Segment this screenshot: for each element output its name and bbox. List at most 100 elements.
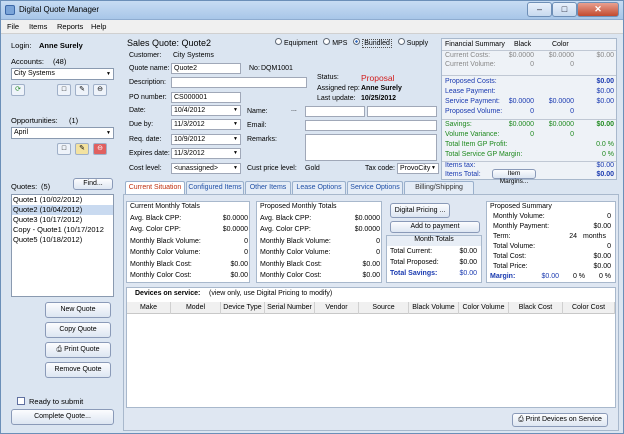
col-color-cost[interactable]: Color Cost	[563, 302, 615, 314]
quote-item[interactable]: Quote3 (10/17/2012)	[12, 215, 113, 225]
edit-account-icon[interactable]: ✎	[75, 84, 89, 96]
radio-mps[interactable]	[323, 38, 331, 45]
col-source[interactable]: Source	[359, 302, 409, 314]
tab-service-options[interactable]: Service Options	[347, 181, 403, 194]
current-row-value: $0.0000	[222, 226, 248, 233]
term-unit: months	[583, 233, 606, 240]
delete-account-icon[interactable]: ⊖	[93, 84, 107, 96]
radio-bundled-label: Bundled	[362, 39, 392, 48]
name-lookup-button[interactable]: ...	[291, 106, 297, 113]
quote-item[interactable]: Copy - Quote1 (10/17/2012	[12, 225, 113, 235]
name-label: Name:	[247, 108, 268, 115]
refresh-icon[interactable]: ⟳	[11, 84, 25, 96]
copy-quote-button[interactable]: Copy Quote	[45, 322, 111, 338]
proposed-row-label: Avg. Color CPP:	[260, 226, 311, 233]
proposed-row: Avg. Black CPP: $0.0000	[260, 214, 380, 224]
remove-quote-button[interactable]: Remove Quote	[45, 362, 111, 378]
proposed-summary-panel: Proposed Summary Monthly Volume: 0 Month…	[486, 201, 616, 283]
quote-title: Sales Quote: Quote2	[127, 38, 212, 48]
total-savings-value: $0.00	[459, 270, 477, 277]
add-to-payment-button[interactable]: Add to payment	[390, 221, 480, 233]
maximize-button[interactable]: □	[552, 2, 577, 17]
quote-item[interactable]: Quote5 (10/18/2012)	[12, 235, 113, 245]
description-field[interactable]	[171, 77, 307, 88]
menu-items[interactable]: Items	[29, 22, 47, 31]
name-field[interactable]	[305, 106, 365, 117]
proposed-summary-title: Proposed Summary	[490, 203, 552, 210]
quote-name-field[interactable]: Quote2	[171, 63, 241, 74]
col-model[interactable]: Model	[171, 302, 221, 314]
tab-configured-items[interactable]: Configured Items	[186, 181, 244, 194]
email-label: Email:	[247, 122, 267, 129]
lease-payment-total: $0.00	[596, 88, 614, 95]
tab-lease-options[interactable]: Lease Options	[292, 181, 346, 194]
accounts-select[interactable]: City Systems	[11, 68, 114, 80]
radio-equipment[interactable]	[275, 38, 282, 45]
current-costs-total: $0.00	[596, 52, 614, 59]
col-vendor[interactable]: Vendor	[315, 302, 359, 314]
cost-level-select[interactable]: <unassigned>	[171, 163, 241, 174]
description-label: Description:	[129, 79, 166, 86]
req-date-field[interactable]: 10/9/2012	[171, 134, 241, 145]
tab-billing-shipping[interactable]: Billing/Shipping	[404, 181, 474, 194]
date-field[interactable]: 10/4/2012	[171, 105, 241, 116]
divider	[442, 119, 616, 120]
proposed-row-label: Monthly Black Cost:	[260, 261, 322, 268]
proposed-costs-label: Proposed Costs:	[445, 78, 497, 85]
col-black-cost[interactable]: Black Cost	[509, 302, 563, 314]
delete-opportunity-icon[interactable]: ⊖	[93, 143, 107, 155]
due-field[interactable]: 11/3/2012	[171, 119, 241, 130]
expires-field[interactable]: 11/3/2012	[171, 148, 241, 159]
radio-supply[interactable]	[397, 38, 405, 45]
new-quote-button[interactable]: New Quote	[45, 302, 111, 318]
tab-content: Current Monthly Totals Avg. Black CPP: $0…	[123, 194, 619, 431]
find-button[interactable]: Find...	[73, 178, 113, 190]
proposed-row: Avg. Color CPP: $0.0000	[260, 225, 380, 235]
devices-title: Devices on service:	[135, 290, 201, 297]
item-margins-button[interactable]: Item Margins...	[492, 169, 536, 185]
menu-help[interactable]: Help	[91, 22, 106, 31]
quote-item[interactable]: Quote1 (10/02/2012)	[12, 195, 113, 205]
digital-pricing-button[interactable]: Digital Pricing ...	[390, 203, 450, 218]
current-row-value: 0	[244, 249, 248, 256]
proposed-row-value: $0.00	[362, 261, 380, 268]
name-extra-field[interactable]	[367, 106, 437, 117]
po-field[interactable]: CS000001	[171, 92, 241, 103]
quote-type-radios: Equipment MPS Bundled Supply	[275, 38, 428, 48]
ready-checkbox[interactable]	[17, 397, 25, 405]
complete-quote-button[interactable]: Complete Quote...	[11, 409, 114, 425]
quotes-list[interactable]: Quote1 (10/02/2012) Quote2 (10/04/2012) …	[11, 194, 114, 297]
tab-current-situation[interactable]: Current Situation	[125, 181, 185, 194]
remarks-field[interactable]	[305, 134, 437, 161]
proposed-volume-black: 0	[530, 108, 534, 115]
menu-file[interactable]: File	[7, 22, 19, 31]
col-serial-number[interactable]: Serial Number	[265, 302, 315, 314]
col-black-volume[interactable]: Black Volume	[409, 302, 459, 314]
service-payment-label: Service Payment:	[445, 98, 500, 105]
print-quote-button[interactable]: ⎙ Print Quote	[45, 342, 111, 358]
minimize-button[interactable]: –	[527, 2, 552, 17]
col-color-volume[interactable]: Color Volume	[459, 302, 509, 314]
total-volume-value: 0	[607, 243, 611, 250]
current-row-value: $0.00	[230, 272, 248, 279]
login-user: Anne Surely	[39, 41, 83, 50]
current-row: Monthly Black Cost: $0.00	[130, 260, 248, 270]
tax-code-select[interactable]: ProvoCity	[397, 163, 439, 174]
edit-opportunity-icon[interactable]: ✎	[75, 143, 89, 155]
quote-item-selected[interactable]: Quote2 (10/04/2012)	[12, 205, 113, 215]
savings-color: $0.0000	[548, 121, 574, 128]
radio-bundled[interactable]	[353, 38, 361, 45]
new-opportunity-icon[interactable]: □	[57, 143, 71, 155]
email-field[interactable]	[305, 120, 437, 131]
col-device-type[interactable]: Device Type	[221, 302, 265, 314]
print-devices-button[interactable]: ⎙ Print Devices on Service	[512, 413, 608, 427]
menu-reports[interactable]: Reports	[57, 22, 83, 31]
new-account-icon[interactable]: □	[57, 84, 71, 96]
tab-other-items[interactable]: Other Items	[245, 181, 291, 194]
menu-bar: File Items Reports Help	[1, 20, 623, 34]
col-make[interactable]: Make	[127, 302, 171, 314]
total-current-label: Total Current:	[390, 248, 433, 255]
proposed-row-label: Monthly Black Volume:	[260, 238, 331, 245]
opportunities-select[interactable]: April	[11, 127, 114, 139]
close-button[interactable]: ✕	[577, 2, 619, 17]
